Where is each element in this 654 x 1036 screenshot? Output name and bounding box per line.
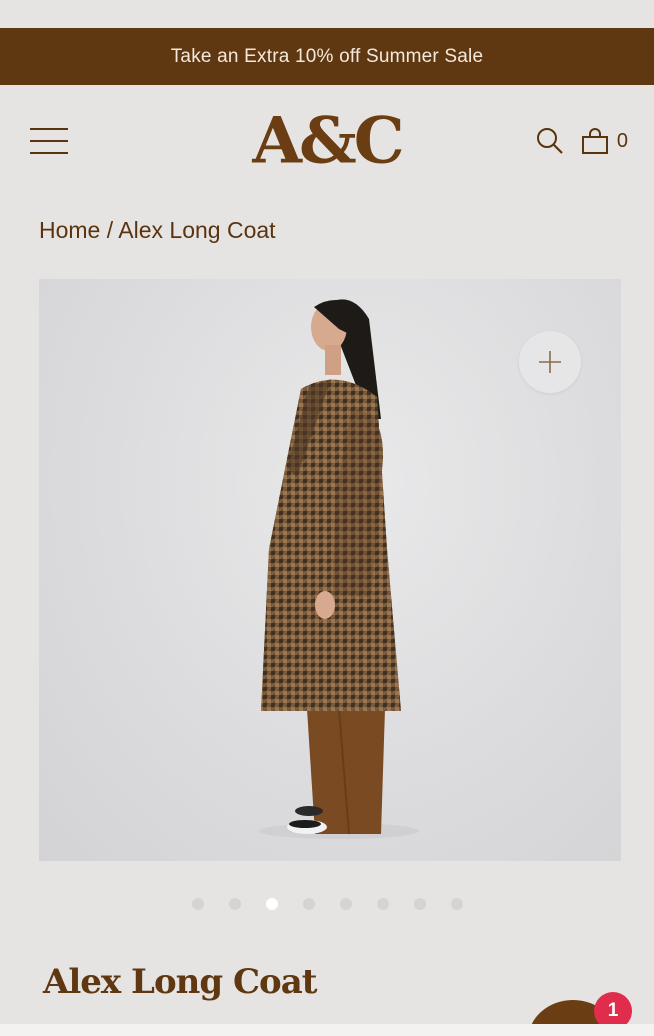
header-actions: 0 xyxy=(535,126,628,156)
site-header: A&C 0 xyxy=(0,85,654,197)
breadcrumb-home[interactable]: Home xyxy=(39,217,100,243)
promo-banner[interactable]: Take an Extra 10% off Summer Sale xyxy=(0,28,654,85)
bottom-bar xyxy=(0,1024,654,1036)
gallery-dot-7[interactable] xyxy=(413,898,426,910)
gallery-dot-1[interactable] xyxy=(191,898,204,910)
gallery-dot-8[interactable] xyxy=(450,898,463,910)
plus-icon xyxy=(539,351,561,373)
zoom-button[interactable] xyxy=(519,331,581,393)
gallery-dot-4[interactable] xyxy=(302,898,315,910)
gallery-dot-3[interactable] xyxy=(265,898,278,910)
gallery-pagination xyxy=(0,898,654,910)
gallery-dot-5[interactable] xyxy=(339,898,352,910)
product-title: Alex Long Coat xyxy=(43,962,317,1002)
product-image[interactable] xyxy=(39,279,621,861)
cart-count: 0 xyxy=(616,129,628,152)
search-icon[interactable] xyxy=(535,126,565,156)
breadcrumb-separator: / xyxy=(106,217,114,243)
hamburger-menu-icon[interactable] xyxy=(30,128,68,154)
promo-text: Take an Extra 10% off Summer Sale xyxy=(170,45,484,67)
breadcrumb-current: Alex Long Coat xyxy=(118,217,276,243)
gallery-dot-6[interactable] xyxy=(376,898,389,910)
site-logo[interactable]: A&C xyxy=(252,104,404,179)
gallery-dot-2[interactable] xyxy=(228,898,241,910)
status-strip xyxy=(0,0,654,28)
shopping-bag-icon xyxy=(581,128,608,154)
cart-button[interactable]: 0 xyxy=(581,127,628,155)
breadcrumb: Home / Alex Long Coat xyxy=(0,197,654,255)
